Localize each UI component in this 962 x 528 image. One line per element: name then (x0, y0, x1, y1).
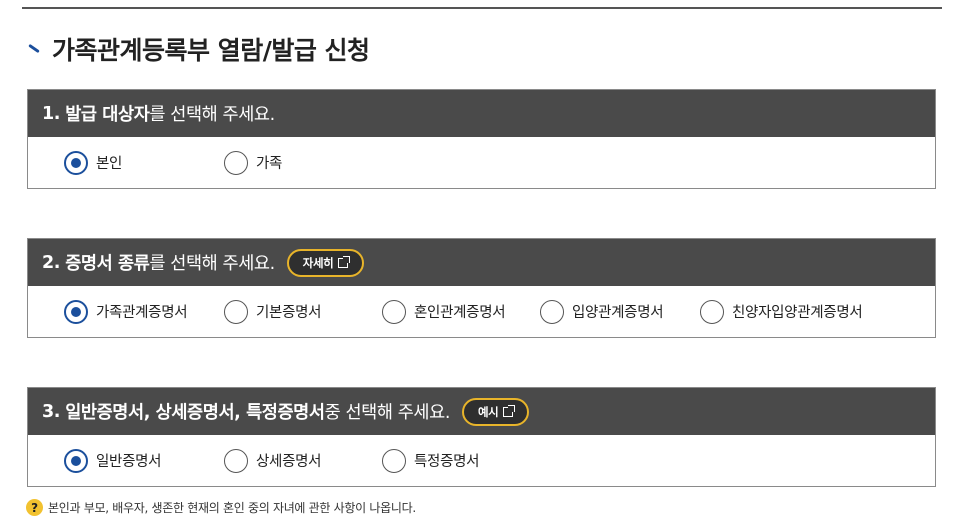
radio-checked-icon[interactable] (64, 448, 88, 473)
radio-option-family[interactable]: 가족 (224, 150, 283, 175)
radio-checked-icon[interactable] (64, 150, 88, 175)
radio-option-detailed[interactable]: 상세증명서 (224, 448, 382, 473)
radio-option-self[interactable]: 본인 (64, 150, 224, 175)
question-icon: ? (26, 499, 43, 516)
radio-group-certificate-type: 가족관계증명서 기본증명서 혼인관계증명서 입양관계증명서 친양자입양관계증명서 (28, 286, 935, 337)
section-header: 3. 일반증명서, 상세증명서, 특정증명서 중 선택해 주세요. 예시 (28, 388, 935, 435)
page-title: 가족관계등록부 열람/발급 신청 (52, 36, 370, 65)
help-note-text: 본인과 부모, 배우자, 생존한 현재의 혼인 중의 자녀에 관한 사항이 나옵… (48, 501, 416, 515)
section-title-bold: 일반증명서, 상세증명서, 특정증명서 (65, 403, 325, 423)
radio-option-adoption[interactable]: 입양관계증명서 (540, 299, 700, 324)
radio-unchecked-icon[interactable] (700, 299, 724, 324)
radio-unchecked-icon[interactable] (224, 299, 248, 324)
example-button-label: 예시 (477, 404, 499, 419)
radio-option-marriage[interactable]: 혼인관계증명서 (382, 299, 540, 324)
help-note: ? 본인과 부모, 배우자, 생존한 현재의 혼인 중의 자녀에 관한 사항이 … (26, 499, 416, 516)
title-bullet-icon (26, 41, 42, 57)
page-header: 가족관계등록부 열람/발급 신청 (26, 34, 370, 65)
radio-unchecked-icon[interactable] (224, 150, 248, 175)
section-title-rest: 를 선택해 주세요. (149, 105, 275, 125)
section-certificate-scope: 3. 일반증명서, 상세증명서, 특정증명서 중 선택해 주세요. 예시 일반증… (27, 387, 936, 487)
radio-checked-icon[interactable] (64, 299, 88, 324)
section-target: 1. 발급 대상자 를 선택해 주세요. 본인 가족 (27, 89, 936, 189)
radio-group-certificate-scope: 일반증명서 상세증명서 특정증명서 (28, 435, 935, 486)
radio-label: 가족관계증명서 (96, 305, 188, 321)
radio-unchecked-icon[interactable] (540, 299, 564, 324)
radio-unchecked-icon[interactable] (382, 299, 406, 324)
section-header: 1. 발급 대상자 를 선택해 주세요. (28, 90, 935, 137)
top-divider (22, 7, 942, 9)
section-certificate-type: 2. 증명서 종류 를 선택해 주세요. 자세히 가족관계증명서 기본증명서 혼인… (27, 238, 936, 338)
section-title-rest: 중 선택해 주세요. (324, 403, 451, 423)
section-header: 2. 증명서 종류 를 선택해 주세요. 자세히 (28, 239, 935, 286)
radio-option-family-relation[interactable]: 가족관계증명서 (64, 299, 224, 324)
radio-group-target: 본인 가족 (28, 137, 935, 188)
radio-option-basic[interactable]: 기본증명서 (224, 299, 382, 324)
external-link-icon (503, 404, 516, 417)
radio-label: 혼인관계증명서 (414, 305, 506, 321)
radio-option-full-adoption[interactable]: 친양자입양관계증명서 (700, 299, 863, 324)
section-title-rest: 를 선택해 주세요. (149, 254, 275, 274)
example-button[interactable]: 예시 (461, 397, 530, 426)
radio-label: 특정증명서 (414, 454, 480, 470)
section-number: 1. (42, 103, 61, 124)
radio-option-specific[interactable]: 특정증명서 (382, 448, 480, 473)
section-number: 2. (42, 252, 61, 273)
radio-label: 상세증명서 (256, 454, 322, 470)
radio-unchecked-icon[interactable] (382, 448, 406, 473)
section-title-bold: 증명서 종류 (65, 254, 150, 274)
details-button[interactable]: 자세히 (286, 248, 365, 277)
radio-label: 기본증명서 (256, 305, 322, 321)
radio-label: 입양관계증명서 (572, 305, 664, 321)
radio-unchecked-icon[interactable] (224, 448, 248, 473)
radio-label: 친양자입양관계증명서 (732, 305, 863, 321)
radio-option-general[interactable]: 일반증명서 (64, 448, 224, 473)
details-button-label: 자세히 (302, 255, 334, 270)
radio-label: 본인 (96, 156, 123, 172)
radio-label: 가족 (256, 156, 283, 172)
section-number: 3. (42, 401, 61, 422)
external-link-icon (338, 255, 351, 268)
section-title-bold: 발급 대상자 (65, 105, 150, 125)
radio-label: 일반증명서 (96, 454, 162, 470)
